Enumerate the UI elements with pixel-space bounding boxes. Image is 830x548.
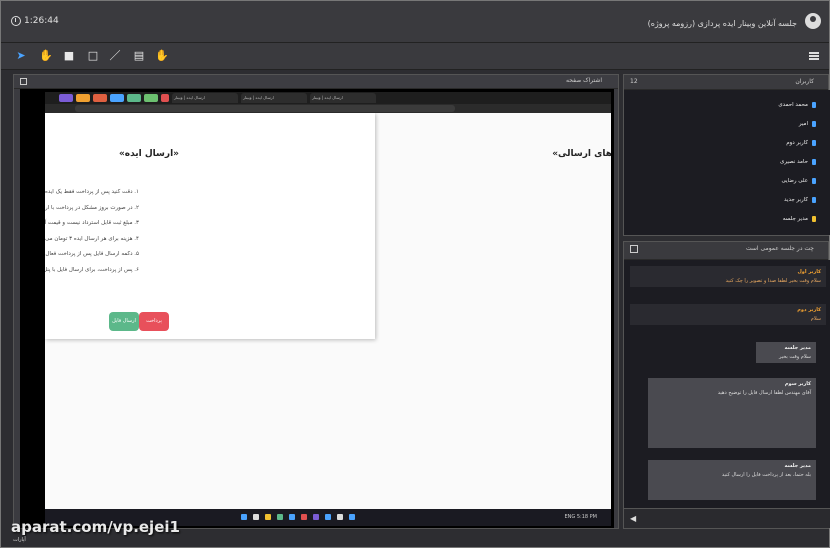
meeting-timer: 1:26:44 — [11, 16, 59, 26]
rule-item: ۱. دقت کنید پس از پرداخت فقط یک ایده می‌… — [45, 189, 139, 195]
browser-icon[interactable] — [289, 514, 295, 520]
user-role-icon — [812, 197, 816, 203]
chat-options-icon[interactable] — [630, 245, 638, 253]
idea-submit-card: «ارسال ایده» ۱. دقت کنید پس از پرداخت فق… — [45, 113, 375, 339]
start-icon[interactable] — [241, 514, 247, 520]
user-role-icon — [812, 140, 816, 146]
share-header-label: اشتراک صفحه — [566, 77, 602, 84]
watermark-text: aparat.com/vp.ejei1 — [11, 518, 180, 536]
app-icon[interactable] — [337, 514, 343, 520]
bookmark-chip — [93, 94, 107, 102]
folder-icon[interactable] — [265, 514, 271, 520]
chat-message: مدیر جلسه سلام وقت بخیر — [756, 342, 816, 363]
raise-hand-icon[interactable]: ✋ — [155, 49, 169, 63]
hand-icon[interactable]: ✋ — [39, 49, 53, 63]
chat-message: مدیر جلسه بله حتما، بعد از پرداخت فایل ر… — [648, 460, 816, 500]
presenter-toolbar: ➤ ✋ ■ □ ／ ▤ ✋ — [1, 43, 829, 70]
pay-button[interactable]: پرداخت — [139, 312, 169, 331]
url-field[interactable] — [75, 105, 455, 112]
chat-message: کاربر سوم آقای مهندس لطفا ارسال فایل را … — [648, 378, 816, 448]
rules-list: ۱. دقت کنید پس از پرداخت فقط یک ایده می‌… — [45, 189, 139, 283]
app-icon[interactable] — [277, 514, 283, 520]
users-list: محمد احمدی امیر کاربر دوم حامد نصیری علی… — [624, 90, 830, 235]
shared-screen: ارسال ایده | وبینار ارسال ایده | وبینار … — [20, 89, 614, 528]
system-tray: ENG 5:18 PM — [564, 514, 597, 520]
user-item[interactable]: حامد نصیری — [780, 159, 816, 165]
bookmark-chip — [59, 94, 73, 102]
rule-item: ۳. مبلغ ثبت قابل استرداد نیست و قیمت آن … — [45, 220, 139, 227]
pointer-icon[interactable]: ➤ — [15, 49, 27, 63]
meeting-title: جلسه آنلاین وبینار ایده پردازی (رزومه پر… — [647, 19, 797, 28]
box-icon[interactable]: □ — [87, 49, 99, 63]
doc-icon[interactable]: ▤ — [133, 49, 145, 63]
meeting-app-window: 1:26:44 جلسه آنلاین وبینار ایده پردازی (… — [0, 0, 830, 548]
rule-item: ۶. پس از پرداخت، برای ارسال فایل با پنل … — [45, 266, 139, 273]
chat-message: کاربر اول سلام وقت بخیر لطفا صدا و تصویر… — [630, 266, 826, 287]
user-role-icon — [812, 102, 816, 108]
timer-text: 1:26:44 — [24, 16, 59, 26]
app-icon[interactable] — [301, 514, 307, 520]
app-icon[interactable] — [325, 514, 331, 520]
chat-input-bar[interactable]: ◀ — [624, 508, 830, 528]
user-role-icon — [812, 178, 816, 184]
chat-header-label: چت در جلسه عمومی است — [745, 245, 814, 252]
rule-item: ۵. دکمه ارسال فایل پس از پرداخت فعال می‌… — [45, 251, 139, 258]
menu-icon[interactable] — [809, 52, 819, 60]
users-panel-title: کاربران — [795, 78, 814, 85]
browser-tab[interactable]: ارسال ایده | وبینار — [172, 93, 238, 103]
browser-tab[interactable]: ارسال ایده | وبینار — [241, 93, 307, 103]
bookmark-chip — [161, 94, 169, 102]
user-role-icon — [812, 159, 816, 165]
card-title: «ارسال ایده» — [118, 149, 179, 159]
bookmark-chip — [144, 94, 158, 102]
bookmark-chip — [76, 94, 90, 102]
rule-item: ۲. در صورت بروز مشکل در پرداخت با ارسال … — [45, 204, 139, 211]
user-item[interactable]: محمد احمدی — [778, 102, 816, 108]
browser-tab-strip: ارسال ایده | وبینار ارسال ایده | وبینار … — [45, 92, 611, 104]
users-panel: 12 کاربران محمد احمدی امیر کاربر دوم حام… — [623, 74, 830, 236]
chat-message: کاربر دوم سلام — [630, 304, 826, 325]
browser-tab[interactable]: ارسال ایده | وبینار — [310, 93, 376, 103]
users-count: 12 — [630, 78, 638, 85]
user-role-icon — [812, 121, 816, 127]
user-item[interactable]: کاربر جدید — [784, 197, 816, 203]
app-icon[interactable] — [349, 514, 355, 520]
user-item[interactable]: علی رضایی — [781, 178, 816, 184]
screen-share-pane: اشتراک صفحه ارسال ایده | وبینار ارسال ای… — [13, 74, 619, 529]
send-file-button[interactable]: ارسال فایل — [109, 312, 139, 331]
watermark-sub: آپارات — [13, 537, 26, 543]
search-icon[interactable] — [253, 514, 259, 520]
bookmark-chip — [127, 94, 141, 102]
comment-icon[interactable]: ■ — [63, 49, 75, 63]
title-bar: 1:26:44 جلسه آنلاین وبینار ایده پردازی (… — [1, 1, 829, 43]
fullscreen-icon[interactable] — [20, 78, 27, 85]
share-header: اشتراک صفحه — [14, 75, 618, 89]
host-icon — [812, 216, 816, 222]
chat-panel: چت در جلسه عمومی است کاربر اول سلام وقت … — [623, 241, 830, 529]
app-icon[interactable] — [313, 514, 319, 520]
pen-icon[interactable]: ／ — [109, 49, 121, 63]
bookmark-chip — [110, 94, 124, 102]
chat-header: چت در جلسه عمومی است — [624, 242, 828, 260]
clock-icon — [11, 16, 21, 26]
browser-address-bar — [45, 104, 611, 113]
user-profile-icon[interactable] — [805, 13, 821, 29]
rule-item: ۴. هزینه برای هر ارسال ایده ۳ تومان می‌ب… — [45, 235, 139, 242]
user-item[interactable]: کاربر دوم — [786, 140, 816, 146]
send-icon[interactable]: ◀ — [630, 514, 636, 523]
user-item[interactable]: امیر — [799, 121, 816, 127]
user-item[interactable]: مدیر جلسه — [783, 216, 816, 222]
submissions-title: های ارسالی» — [552, 149, 611, 159]
chat-messages: کاربر اول سلام وقت بخیر لطفا صدا و تصویر… — [624, 260, 830, 508]
web-page: «ارسال ایده» ۱. دقت کنید پس از پرداخت فق… — [45, 113, 611, 509]
users-panel-header: 12 کاربران — [624, 75, 828, 90]
